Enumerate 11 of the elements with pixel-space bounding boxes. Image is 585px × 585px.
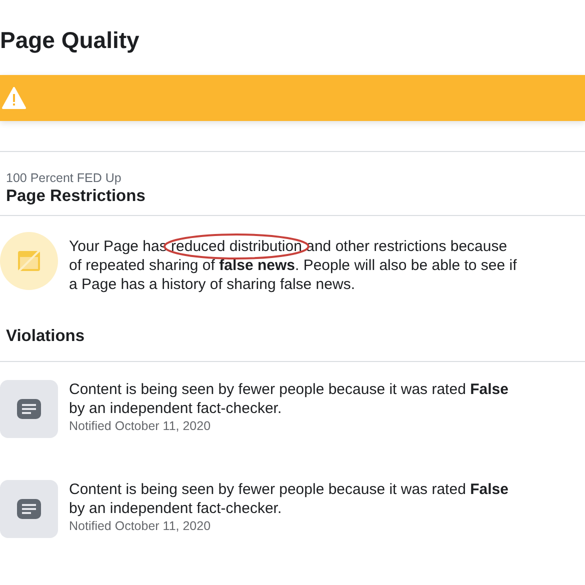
- image-restricted-icon: [16, 248, 42, 274]
- section-heading: Violations: [6, 326, 86, 347]
- notification-date: Notified October 11, 2020: [69, 418, 212, 435]
- violation-message: Content is being seen by fewer people because it was rated False by an independent fact-checker.: [69, 480, 510, 518]
- message-icon: [17, 399, 41, 419]
- section-heading: Page Restrictions: [6, 186, 146, 207]
- page-name: 100 Percent FED Up: [6, 170, 122, 186]
- page-title: Page Quality: [0, 26, 140, 54]
- notification-date: Notified October 11, 2020: [69, 518, 212, 535]
- violation-message: Content is being seen by fewer people because it was rated False by an independent fact-checker.: [69, 380, 510, 418]
- message-icon: [17, 499, 41, 519]
